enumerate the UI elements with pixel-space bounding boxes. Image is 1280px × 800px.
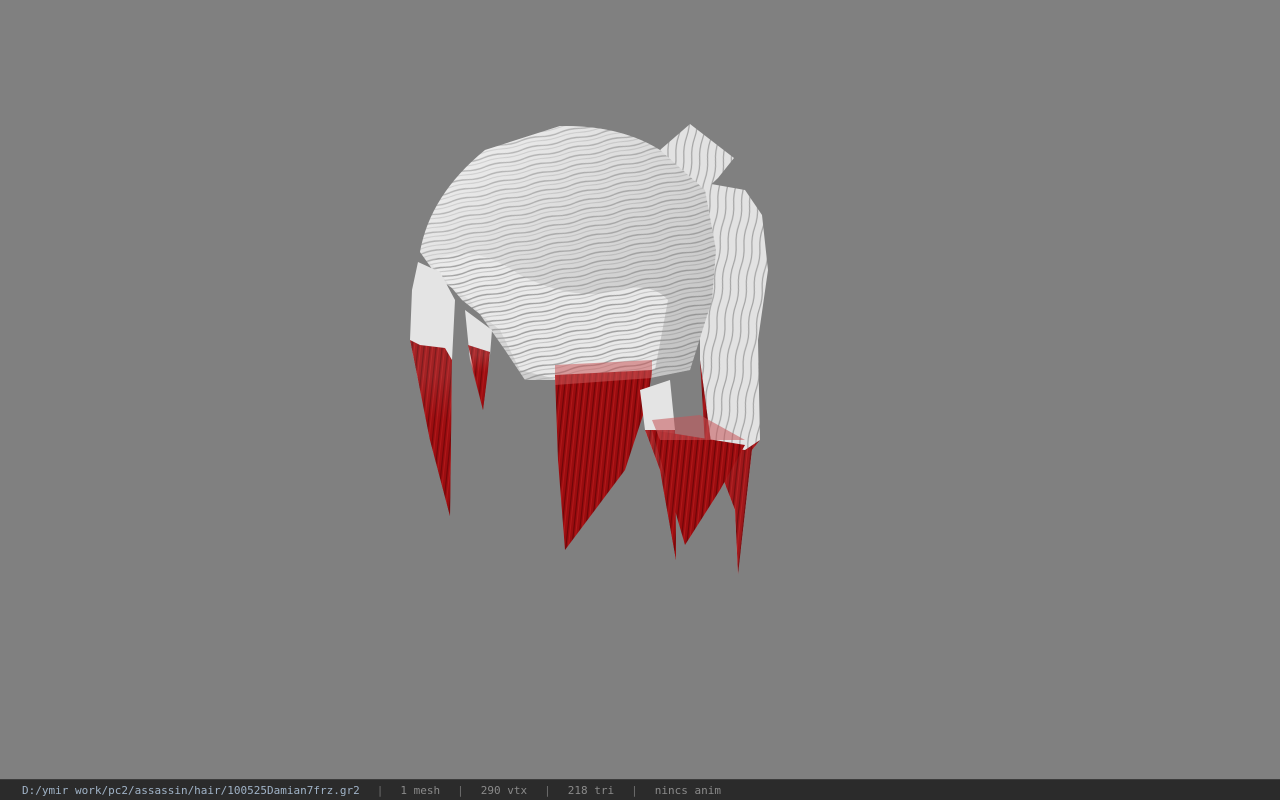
separator: | bbox=[544, 783, 551, 797]
hair-crown bbox=[420, 125, 716, 380]
hair-lock-center bbox=[555, 360, 652, 550]
file-path: D:/ymir work/pc2/assassin/hair/100525Dam… bbox=[22, 783, 360, 797]
hair-model[interactable] bbox=[0, 0, 1280, 779]
separator: | bbox=[631, 783, 638, 797]
vertex-count: 290 vtx bbox=[480, 783, 528, 797]
3d-viewport[interactable] bbox=[0, 0, 1280, 779]
separator: | bbox=[457, 783, 464, 797]
hair-lock-left bbox=[410, 262, 455, 516]
animation-status: nincs anim bbox=[654, 783, 721, 797]
status-bar: D:/ymir work/pc2/assassin/hair/100525Dam… bbox=[0, 779, 1280, 800]
mesh-count: 1 mesh bbox=[400, 783, 441, 797]
triangle-count: 218 tri bbox=[567, 783, 615, 797]
separator: | bbox=[376, 783, 384, 797]
